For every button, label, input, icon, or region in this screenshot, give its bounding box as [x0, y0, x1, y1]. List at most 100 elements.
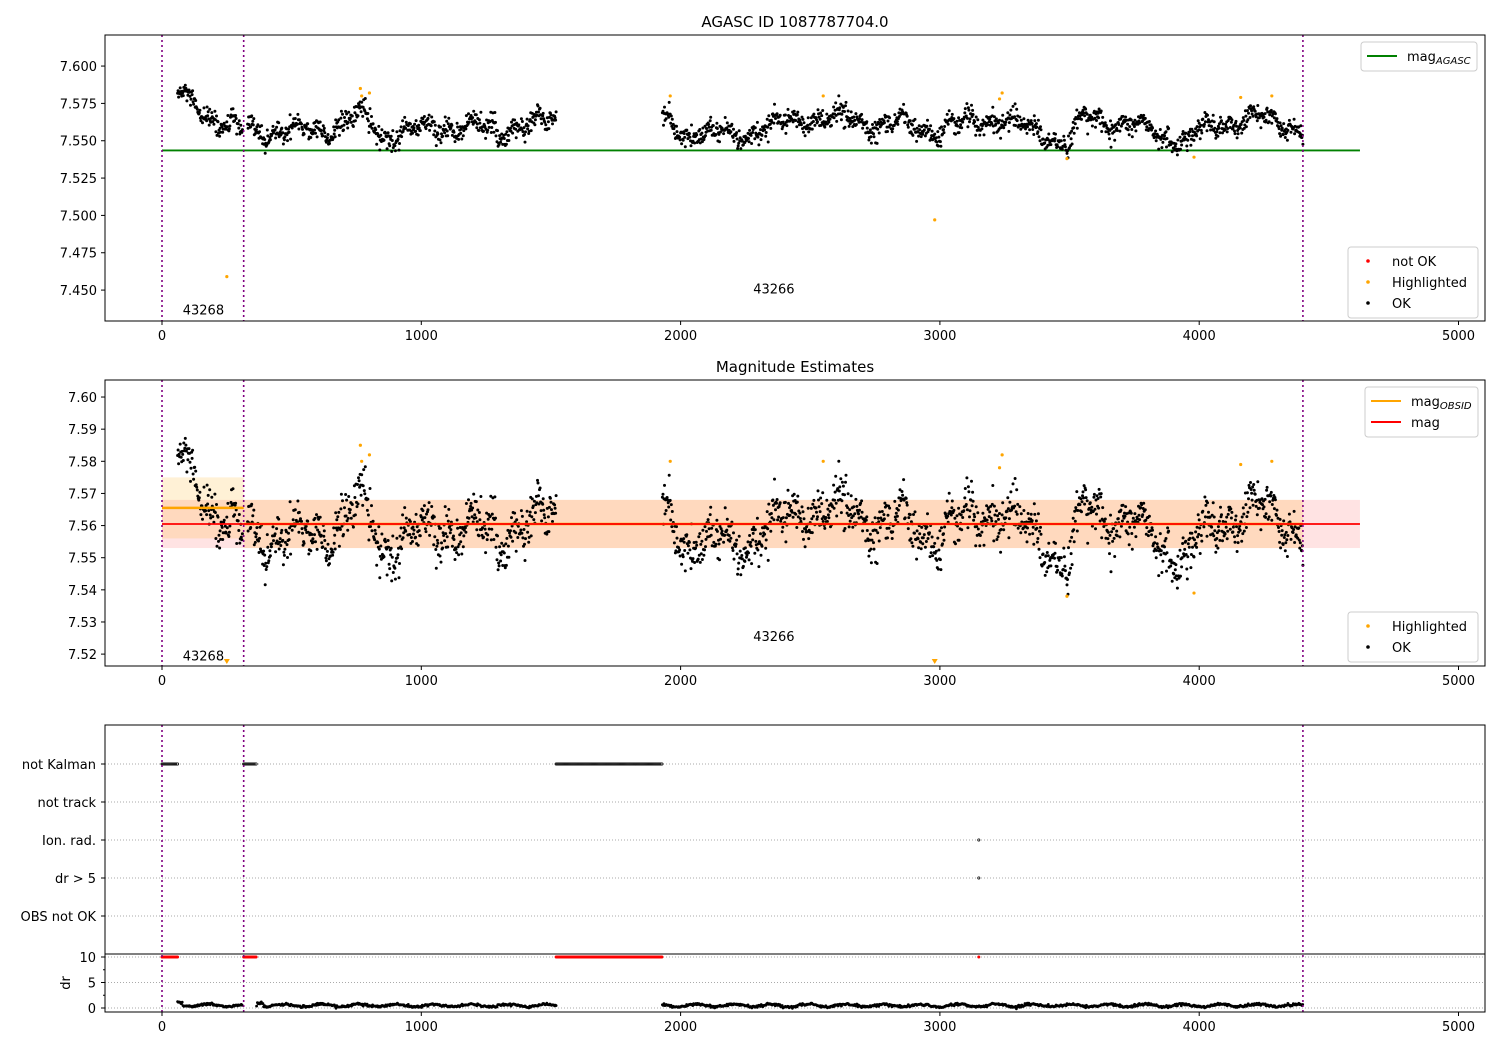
ok-point: [1094, 527, 1097, 531]
ok-point: [938, 529, 942, 533]
ok-point: [1049, 564, 1053, 568]
ok-point: [783, 113, 787, 117]
ok-point: [928, 127, 931, 131]
ok-point: [978, 544, 982, 548]
ok-point: [921, 542, 925, 546]
ok-point: [905, 501, 909, 505]
ok-point: [1280, 529, 1284, 533]
ok-point: [1086, 541, 1090, 545]
ok-point: [213, 511, 217, 514]
ok-point: [1029, 119, 1033, 123]
ok-point: [1247, 111, 1250, 115]
ok-point: [322, 126, 326, 130]
ok-point: [719, 537, 722, 541]
ok-point: [1189, 143, 1193, 147]
ok-point: [1213, 529, 1217, 533]
ok-point: [734, 542, 738, 546]
ok-point: [331, 550, 335, 554]
ok-point: [1231, 525, 1235, 529]
ok-point: [1211, 501, 1215, 505]
ok-point: [854, 123, 858, 126]
ok-point: [195, 107, 199, 111]
ok-point: [215, 114, 218, 118]
ok-point: [767, 114, 771, 118]
ok-point: [191, 448, 195, 452]
ok-point: [446, 134, 450, 138]
ok-point: [823, 125, 827, 129]
ok-point: [227, 530, 231, 534]
ok-point: [695, 133, 699, 137]
ok-point: [781, 516, 785, 520]
ok-point: [553, 503, 557, 507]
ok-point: [216, 515, 220, 519]
ok-point: [353, 119, 357, 123]
ok-point: [179, 455, 183, 459]
ok-point: [936, 144, 940, 148]
ok-point: [946, 514, 950, 518]
ok-point: [895, 514, 899, 518]
ok-point: [978, 133, 982, 137]
ok-point: [1299, 124, 1303, 128]
y-tick-label: 7.55: [68, 552, 97, 567]
ok-point: [709, 505, 713, 509]
ok-point: [936, 130, 940, 134]
ok-point: [323, 131, 327, 135]
ok-point: [771, 498, 775, 502]
ok-point: [373, 538, 377, 542]
ok-point: [843, 527, 847, 530]
ok-point: [834, 101, 838, 105]
ok-point: [1043, 141, 1047, 145]
ok-point: [1244, 114, 1248, 118]
ok-point: [346, 516, 350, 520]
ok-point: [1250, 498, 1254, 502]
ok-point: [487, 125, 491, 129]
ok-point: [669, 518, 673, 522]
ok-point: [794, 512, 798, 516]
ok-point: [1084, 488, 1088, 492]
ok-point: [933, 541, 937, 545]
ok-point: [736, 147, 740, 150]
ok-point: [1095, 494, 1099, 498]
ok-point: [810, 127, 814, 131]
ok-point: [1173, 568, 1177, 572]
ok-point: [457, 137, 461, 141]
ok-point: [1292, 117, 1296, 121]
ok-point: [260, 124, 264, 128]
ok-point: [799, 123, 803, 127]
ok-point: [778, 113, 782, 117]
ok-point: [496, 129, 499, 133]
ok-point: [300, 122, 303, 126]
ok-point: [337, 133, 341, 137]
ok-point: [1202, 122, 1206, 126]
ok-point: [386, 131, 390, 135]
ok-point: [992, 131, 996, 135]
ok-point: [363, 97, 367, 100]
ok-point: [916, 537, 920, 541]
ok-point: [954, 542, 957, 546]
ok-point: [801, 530, 804, 533]
ok-point: [511, 131, 515, 135]
ok-point: [939, 568, 943, 572]
ok-point: [1184, 131, 1188, 135]
ok-point: [499, 559, 503, 563]
ok-point: [322, 529, 326, 533]
flag-label: not Kalman: [22, 758, 96, 773]
y-tick-label: 7.550: [60, 135, 97, 150]
ok-point: [672, 132, 676, 136]
ok-point: [363, 465, 367, 469]
ok-point: [1195, 134, 1199, 138]
ok-point: [903, 120, 907, 124]
ok-point: [669, 121, 673, 125]
ok-point: [416, 133, 420, 137]
ok-point: [1003, 123, 1007, 127]
x-tick-label: 0: [158, 329, 166, 344]
ok-point: [1267, 120, 1271, 124]
ok-point: [539, 117, 543, 121]
ok-point: [277, 517, 281, 521]
ok-point: [865, 120, 869, 124]
ok-point: [974, 115, 978, 119]
ok-point: [911, 133, 915, 137]
ok-point: [1153, 132, 1157, 136]
ok-point: [858, 117, 861, 121]
ok-point: [455, 518, 459, 522]
